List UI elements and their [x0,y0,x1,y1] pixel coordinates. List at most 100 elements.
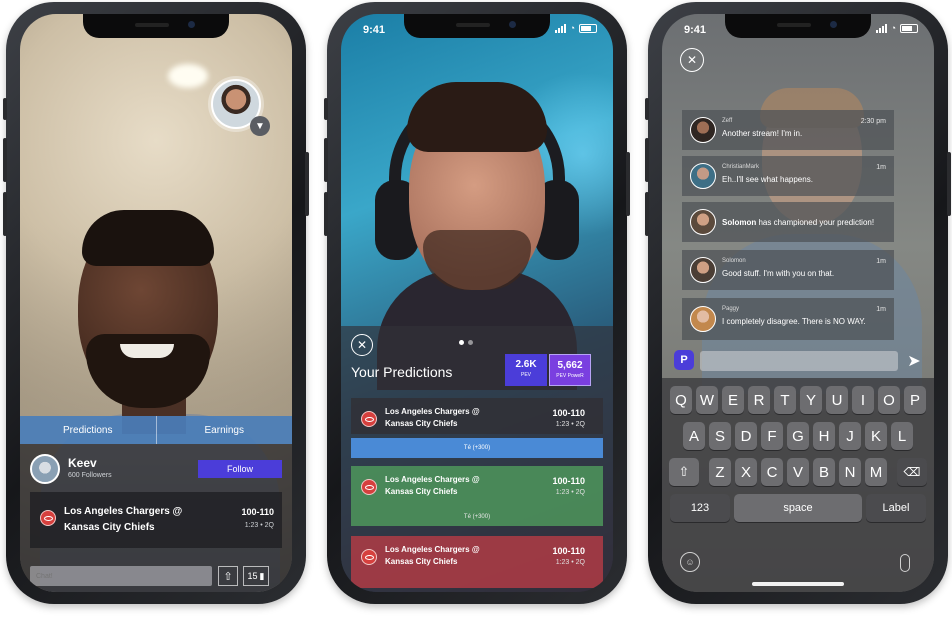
key-y[interactable]: Y [800,386,822,414]
emoji-icon[interactable]: ☺ [680,552,700,572]
predictions-panel: ✕ Your Predictions 2.6K PEV 5,662 PEV Po… [341,326,613,592]
matchup: Los Angeles Chargers @ Kansas City Chief… [64,504,182,536]
key-u[interactable]: U [826,386,848,414]
key-b[interactable]: B [813,458,835,486]
key-r[interactable]: R [748,386,770,414]
label-key[interactable]: Label [866,494,926,522]
key-t[interactable]: T [774,386,796,414]
screen: ▼ Predictions Earnings Keev 600 Follower… [20,14,292,592]
key-x[interactable]: X [735,458,757,486]
space-key[interactable]: space [734,494,862,522]
key-m[interactable]: M [865,458,887,486]
power-button [947,152,951,216]
predictions-badge-button[interactable]: P [674,350,694,370]
key-q[interactable]: Q [670,386,692,414]
key-k[interactable]: K [865,422,887,450]
avatar[interactable] [690,257,716,283]
avatar[interactable] [690,209,716,235]
key-g[interactable]: G [787,422,809,450]
keyboard-row-1: QWERTYUIOP [662,386,934,414]
tab-bar: Predictions Earnings [20,416,292,444]
game-clock: 1:23 • 2Q [555,489,585,496]
backspace-icon[interactable]: ⌫ [897,458,927,486]
key-d[interactable]: D [735,422,757,450]
key-a[interactable]: A [683,422,705,450]
like-button[interactable]: 15 ▮ [243,566,269,586]
status-time: 9:41 [684,24,707,36]
message-text: I completely disagree. There is NO WAY. [722,317,866,326]
tab-earnings[interactable]: Earnings [155,416,293,444]
prediction-card-pending[interactable]: Los Angeles Chargers @ Kansas City Chief… [351,398,603,434]
volume-down-button [324,192,328,236]
prediction-pick-bar[interactable]: Té (+300) [351,438,603,458]
avatar[interactable] [690,306,716,332]
volume-down-button [645,192,649,236]
key-v[interactable]: V [787,458,809,486]
status-bar: 9:41 ◔ [662,14,934,42]
game-clock: 1:23 • 2Q [555,559,585,566]
volume-up-button [3,138,7,182]
mute-switch [324,98,328,120]
key-s[interactable]: S [709,422,731,450]
tab-predictions[interactable]: Predictions [20,416,156,444]
numbers-key[interactable]: 123 [670,494,730,522]
key-i[interactable]: I [852,386,874,414]
key-f[interactable]: F [761,422,783,450]
key-l[interactable]: L [891,422,913,450]
sender-name: Paggy [722,306,740,312]
key-c[interactable]: C [761,458,783,486]
pev-label: PEV [520,372,531,378]
microphone-icon[interactable] [900,554,910,572]
wifi-icon: ◔ [569,23,575,33]
send-icon[interactable]: ➤ [902,349,926,373]
chat-message: Paggy I completely disagree. There is NO… [682,298,894,340]
chat-message: ChristianMark Eh..I'll see what happens.… [682,156,894,196]
chat-input[interactable] [30,566,212,586]
ceiling-light [168,64,208,88]
shift-icon[interactable]: ⇧ [669,458,699,486]
chat-message: Solomon Good stuff. I'm with you on that… [682,250,894,290]
game-card[interactable]: Los Angeles Chargers @ Kansas City Chief… [30,492,282,548]
close-icon[interactable]: ✕ [351,334,373,356]
sender-name: Zeff [722,118,733,124]
avatar[interactable] [30,454,60,484]
game-clock: 1:23 • 2Q [244,522,274,529]
pev-value: 2.6K [515,359,537,370]
message-text: Eh..I'll see what happens. [722,175,813,184]
key-j[interactable]: J [839,422,861,450]
message-time: 1m [876,164,886,171]
message-text: Good stuff. I'm with you on that. [722,269,835,278]
matchup-line1: Los Angeles Chargers @ [64,506,183,517]
prediction-card-won[interactable]: Los Angeles Chargers @ Kansas City Chief… [351,466,603,526]
key-z[interactable]: Z [709,458,731,486]
signal-icon [875,23,887,33]
keyboard: QWERTYUIOP ASDFGHJKL ⇧ Z X C V B N M ⌫ 123 space… [662,378,934,592]
notch [83,14,229,38]
matchup-line1: Los Angeles Chargers @ [385,545,480,554]
close-icon[interactable]: ✕ [680,48,704,72]
like-count: 15 [247,571,258,581]
page-title: Your Predictions [351,364,453,380]
key-o[interactable]: O [878,386,900,414]
phone-predictions-view: 9:41 ◔ ✕ Your Predictions 2.6K PEV 5,662… [324,2,630,604]
prediction-card-lost[interactable]: Los Angeles Chargers @ Kansas City Chief… [351,536,603,588]
guest-avatar-button[interactable]: ▼ [208,76,270,136]
message-time: 2:30 pm [860,118,886,125]
key-e[interactable]: E [722,386,744,414]
home-indicator[interactable] [752,582,844,586]
pev-power-stat: 5,662 PEV PoweR [549,354,591,386]
share-icon[interactable]: ⇧ [218,566,238,586]
chat-input[interactable] [700,351,898,371]
streamer-panel: Keev 600 Followers Follow Los Angeles Ch… [20,444,292,592]
key-w[interactable]: W [696,386,718,414]
key-h[interactable]: H [813,422,835,450]
mute-switch [645,98,649,120]
avatar[interactable] [690,163,716,189]
signal-icon [554,23,566,33]
key-n[interactable]: N [839,458,861,486]
avatar[interactable] [690,117,716,143]
key-p[interactable]: P [904,386,926,414]
follower-count: 600 Followers [68,472,112,479]
phone-chat-view: 9:41 ◔ ✕ Zeff Another stream! I'm in. 2:… [645,2,951,604]
follow-button[interactable]: Follow [198,460,282,478]
